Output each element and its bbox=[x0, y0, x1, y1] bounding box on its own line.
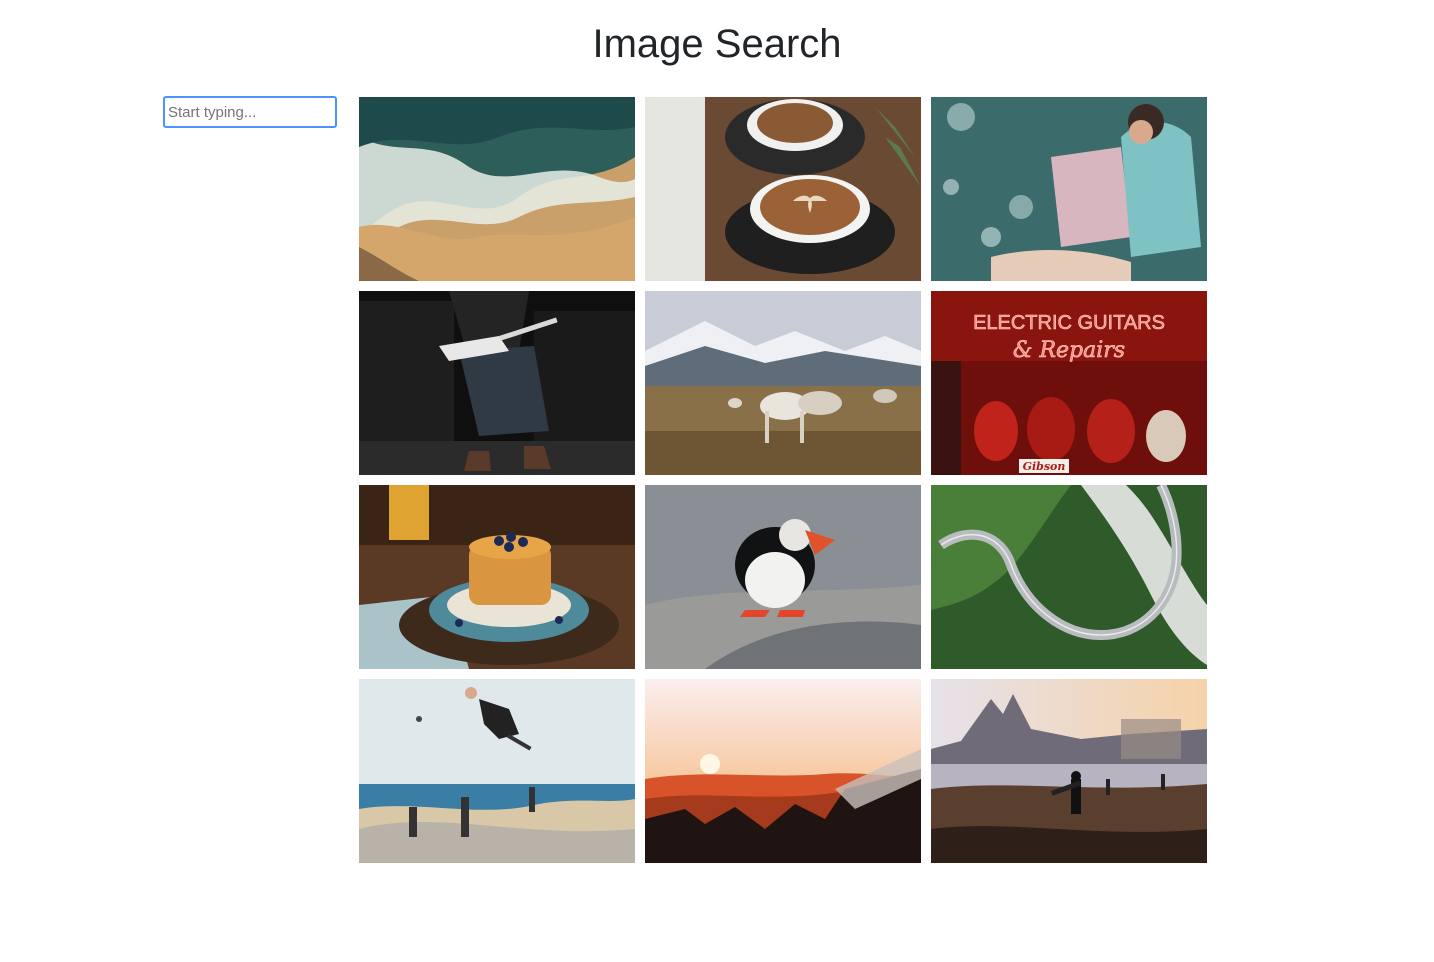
image-tile-puffin[interactable] bbox=[645, 485, 921, 669]
image-tile-woman-magazine[interactable] bbox=[931, 97, 1207, 281]
neon-sign-line1: ELECTRIC GUITARS bbox=[973, 312, 1165, 334]
pancakes-image bbox=[359, 485, 635, 669]
coffee-cups-image bbox=[645, 97, 921, 281]
image-tile-skateboarder[interactable] bbox=[359, 679, 635, 863]
image-tile-pancakes[interactable] bbox=[359, 485, 635, 669]
image-tile-beach-surfer[interactable] bbox=[931, 679, 1207, 863]
sunset-mountains-image bbox=[645, 679, 921, 863]
puffin-image bbox=[645, 485, 921, 669]
image-tile-beach-waves[interactable] bbox=[359, 97, 635, 281]
electric-guitars-shop-image: ELECTRIC GUITARS & Repairs Gibson bbox=[931, 291, 1207, 475]
image-tile-reindeer[interactable] bbox=[645, 291, 921, 475]
skateboarder-image bbox=[359, 679, 635, 863]
neon-sign-line2: & Repairs bbox=[1013, 338, 1125, 363]
image-tile-winding-road[interactable] bbox=[931, 485, 1207, 669]
image-tile-sunset[interactable] bbox=[645, 679, 921, 863]
winding-road-image bbox=[931, 485, 1207, 669]
page: Image Search Start typing... ELECTRIC GU… bbox=[0, 0, 1434, 962]
woman-with-magazine-image bbox=[931, 97, 1207, 281]
beach-waves-image bbox=[359, 97, 635, 281]
image-tile-coffee-cups[interactable] bbox=[645, 97, 921, 281]
beach-surfer-image bbox=[931, 679, 1207, 863]
guitarist-image bbox=[359, 291, 635, 475]
page-title: Image Search bbox=[592, 22, 842, 66]
gibson-logo-text: Gibson bbox=[1023, 460, 1066, 473]
search-input[interactable] bbox=[163, 96, 337, 128]
reindeer-image bbox=[645, 291, 921, 475]
image-tile-guitarist[interactable] bbox=[359, 291, 635, 475]
image-grid: ELECTRIC GUITARS & Repairs Gibson bbox=[359, 97, 1207, 863]
image-tile-guitar-shop[interactable]: ELECTRIC GUITARS & Repairs Gibson bbox=[931, 291, 1207, 475]
